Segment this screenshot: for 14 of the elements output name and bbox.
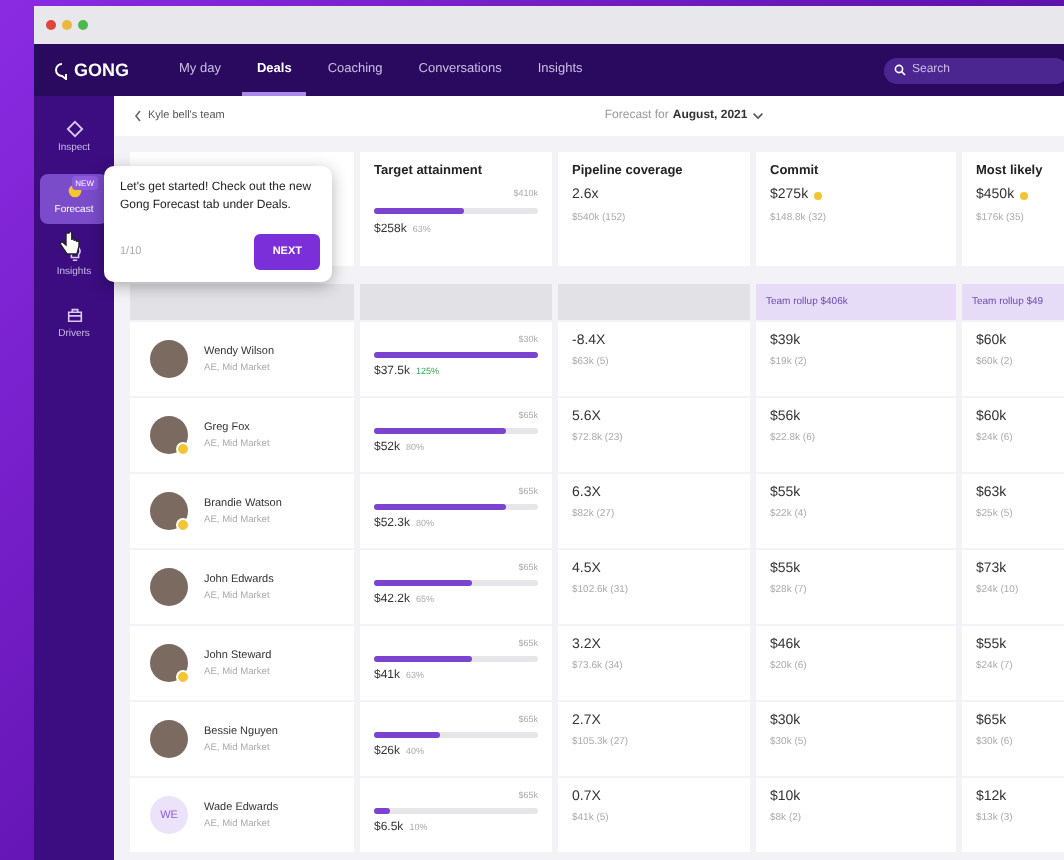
badge-dot <box>176 442 190 456</box>
chevron-down-icon[interactable] <box>751 112 764 120</box>
box-icon <box>65 306 83 324</box>
lightbulb-icon <box>65 244 83 262</box>
chevron-left-icon <box>134 110 142 122</box>
badge-dot <box>176 518 190 532</box>
dot-icon <box>65 182 83 200</box>
minimize-dot[interactable] <box>62 20 72 30</box>
diamond-icon <box>65 120 83 138</box>
close-dot[interactable] <box>46 20 56 30</box>
gong-logo[interactable]: GONG <box>54 60 130 80</box>
badge-dot <box>176 670 190 684</box>
zoom-dot[interactable] <box>78 20 88 30</box>
hand-cursor-icon <box>58 230 82 258</box>
